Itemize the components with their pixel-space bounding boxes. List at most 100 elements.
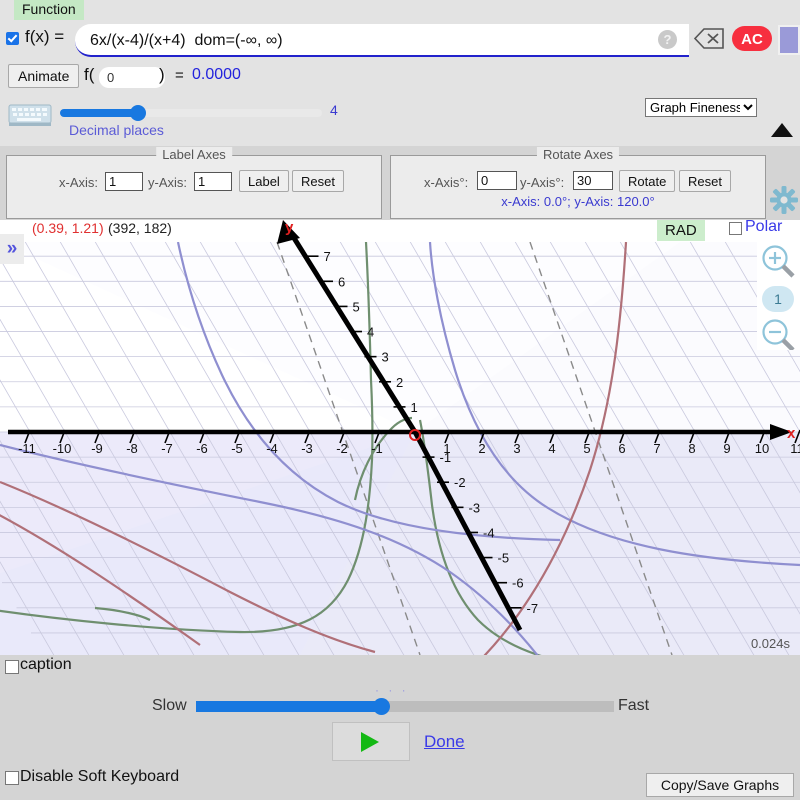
rotate-axes-status: x-Axis: 0.0°; y-Axis: 120.0° xyxy=(501,194,655,209)
x-axis-tick-label: 3 xyxy=(513,441,520,456)
f-argument-input[interactable] xyxy=(99,67,165,88)
x-axis-tick-label: -8 xyxy=(126,441,138,456)
graph-background xyxy=(0,242,800,655)
decimal-places-slider-fill xyxy=(60,109,138,117)
animate-row: Animate f( ) = 0.0000 xyxy=(0,64,800,94)
x-axis-tick-label: -7 xyxy=(161,441,173,456)
y-axis-tick-label: -6 xyxy=(512,576,524,591)
x-axis-tick-label: 7 xyxy=(653,441,660,456)
f-result-value: 0.0000 xyxy=(192,66,241,83)
function-enabled-checkbox[interactable] xyxy=(6,32,19,45)
y-axis-tick-label: 7 xyxy=(324,249,331,264)
decimal-places-slider[interactable] xyxy=(60,105,322,121)
label-axes-x-input[interactable] xyxy=(105,172,143,191)
rotate-axes-rotate-button[interactable]: Rotate xyxy=(619,170,676,192)
label-axes-panel: Label Axes x-Axis: y-Axis: Label Reset xyxy=(6,147,382,219)
tab-function[interactable]: Function xyxy=(14,0,84,20)
label-axes-legend: Label Axes xyxy=(156,147,232,162)
gear-icon[interactable] xyxy=(770,186,798,214)
caption-checkbox[interactable] xyxy=(5,660,19,674)
rotate-axes-x-label: x-Axis°: xyxy=(424,175,469,190)
rotate-axes-y-label: y-Axis°: xyxy=(520,175,565,190)
question-mark-icon[interactable]: ? xyxy=(658,30,677,49)
rotate-axes-reset-button[interactable]: Reset xyxy=(679,170,731,192)
f-open-paren: f( xyxy=(84,65,95,84)
x-axis-tick-label: -1 xyxy=(371,441,383,456)
animation-speed-thumb[interactable] xyxy=(373,698,390,715)
disable-soft-keyboard-checkbox[interactable] xyxy=(5,771,19,785)
render-time: 0.024s xyxy=(750,636,790,651)
graph-canvas[interactable]: -11-10-9-8-7-6-5-4-3-2-11234567891011 12… xyxy=(0,220,800,655)
x-axis-tick-label: 9 xyxy=(723,441,730,456)
x-axis-name: x xyxy=(787,425,796,442)
zoom-in-magnifier-icon xyxy=(762,245,795,278)
function-panel: Function f(x) = ? AC Animate f( ) = 0.00… xyxy=(0,0,800,214)
decimal-places-label: Decimal places xyxy=(69,122,164,138)
curve-color-swatch[interactable] xyxy=(778,25,800,55)
cursor-pixel-coordinates: (392, 182) xyxy=(108,220,172,236)
backspace-icon[interactable] xyxy=(694,28,724,49)
rotate-axes-panel: Rotate Axes x-Axis°: y-Axis°: Rotate Res… xyxy=(390,147,766,219)
animate-button[interactable]: Animate xyxy=(8,64,80,88)
label-axes-y-label: y-Axis: xyxy=(148,175,187,190)
rotate-axes-legend: Rotate Axes xyxy=(536,147,620,162)
x-axis-tick-label: 4 xyxy=(548,441,555,456)
y-axis-tick-label: 6 xyxy=(338,274,345,289)
keyboard-icon[interactable] xyxy=(8,103,52,127)
x-axis-tick-label: -11 xyxy=(18,441,36,456)
decimal-places-value: 4 xyxy=(330,102,338,118)
app-root: Function f(x) = ? AC Animate f( ) = 0.00… xyxy=(0,0,800,800)
x-axis-tick-label: -2 xyxy=(336,441,348,456)
chevron-double-right-icon[interactable]: » xyxy=(0,234,24,264)
label-axes-apply-button[interactable]: Label xyxy=(239,170,289,192)
caption-label[interactable]: caption xyxy=(20,656,72,674)
fx-label: f(x) = xyxy=(25,27,65,46)
done-link[interactable]: Done xyxy=(424,732,465,752)
y-axis-tick-label: -3 xyxy=(469,500,481,515)
polar-checkbox[interactable] xyxy=(729,222,742,235)
label-axes-reset-button[interactable]: Reset xyxy=(292,170,344,192)
polar-label[interactable]: Polar xyxy=(745,220,782,236)
zoom-out-magnifier-icon xyxy=(762,319,795,350)
clear-all-button[interactable]: AC xyxy=(732,26,772,51)
x-axis-tick-label: -10 xyxy=(53,441,72,456)
y-axis-tick-label: -7 xyxy=(527,601,539,616)
y-axis-tick-label: 1 xyxy=(411,400,418,415)
label-axes-x-label: x-Axis: xyxy=(59,175,98,190)
x-axis-tick-label: 10 xyxy=(755,441,769,456)
triangle-up-icon[interactable] xyxy=(771,123,793,137)
y-axis-tick-label: 5 xyxy=(353,299,360,314)
disable-soft-keyboard-label[interactable]: Disable Soft Keyboard xyxy=(20,768,179,786)
y-axis-tick-label: 3 xyxy=(382,350,389,365)
x-axis-tick-label: -6 xyxy=(196,441,208,456)
y-axis-tick-label: -5 xyxy=(498,551,510,566)
rotate-axes-x-input[interactable] xyxy=(477,171,517,190)
f-close-paren: ) xyxy=(159,65,165,84)
x-axis-tick-label: 2 xyxy=(478,441,485,456)
x-axis-tick-label: 5 xyxy=(583,441,590,456)
f-equals-sign: = xyxy=(175,67,184,84)
x-axis-tick-label: 6 xyxy=(618,441,625,456)
rotate-axes-y-input[interactable] xyxy=(573,171,613,190)
copy-save-graphs-button[interactable]: Copy/Save Graphs xyxy=(646,773,794,797)
x-axis-tick-label: -9 xyxy=(91,441,103,456)
x-axis-tick-label: -5 xyxy=(231,441,243,456)
y-axis-tick-label: -2 xyxy=(454,475,466,490)
animation-speed-fill xyxy=(196,701,381,712)
graph-fineness-select[interactable]: Graph Fineness xyxy=(645,98,757,117)
y-axis-name: y xyxy=(285,220,294,236)
function-expression-input[interactable] xyxy=(88,24,652,57)
angle-mode-badge[interactable]: RAD xyxy=(657,220,705,241)
graph-svg: -11-10-9-8-7-6-5-4-3-2-11234567891011 12… xyxy=(0,220,800,655)
x-axis-tick-label: 8 xyxy=(688,441,695,456)
label-axes-y-input[interactable] xyxy=(194,172,232,191)
zoom-level-indicator[interactable]: 1 xyxy=(762,286,794,312)
play-triangle-icon xyxy=(361,732,379,752)
y-axis-tick-label: 2 xyxy=(396,375,403,390)
play-button[interactable] xyxy=(332,722,410,761)
function-expression-wrapper: ? xyxy=(75,24,689,57)
x-axis-tick-label: 11 xyxy=(790,441,800,456)
animation-speed-slider[interactable] xyxy=(196,698,614,715)
x-axis-tick-label: -4 xyxy=(266,441,278,456)
decimal-places-slider-thumb[interactable] xyxy=(130,105,146,121)
